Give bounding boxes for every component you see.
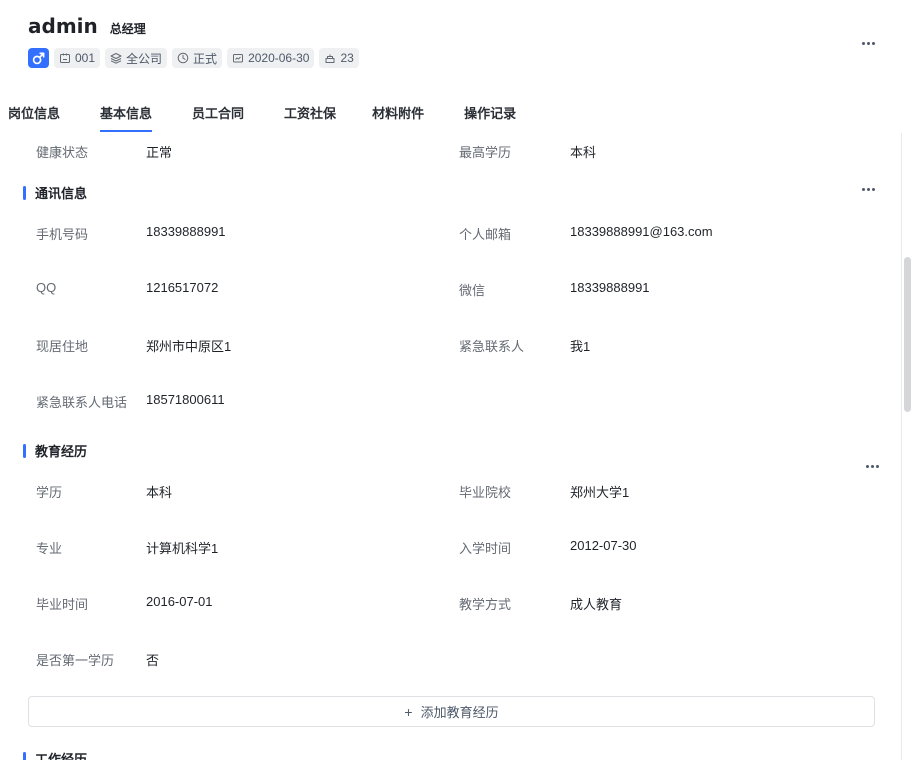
tab-operation-log[interactable]: 操作记录	[464, 96, 516, 132]
cake-icon	[325, 54, 335, 63]
contact-more-button[interactable]	[858, 184, 879, 195]
calendar-icon	[233, 54, 244, 63]
contact-section-title: 通讯信息	[23, 183, 87, 202]
first-degree-label: 是否第一学历	[36, 653, 115, 668]
emergency-contact-value: 我1	[570, 339, 591, 354]
education-label: 最高学历	[459, 145, 512, 160]
hire-date-tag: 2020-06-30	[227, 48, 315, 68]
education-title-text: 教育经历	[35, 444, 88, 459]
emergency-contact-label: 紧急联系人	[459, 339, 525, 354]
status-tag: 正式	[172, 48, 223, 68]
employee-age: 23	[340, 51, 354, 65]
address-value: 郑州市中原区1	[146, 339, 232, 354]
employee-role: 总经理	[109, 22, 146, 36]
employee-name: admin	[28, 14, 98, 38]
work-section-title: 工作经历	[23, 749, 87, 760]
major-value: 计算机科学1	[146, 541, 219, 556]
school-value: 郑州大学1	[570, 485, 630, 500]
age-tag: 23	[319, 48, 359, 68]
employee-id: 001	[75, 51, 96, 65]
email-label: 个人邮箱	[459, 227, 512, 242]
plus-icon: +	[404, 703, 413, 720]
teaching-mode-value: 成人教育	[570, 597, 623, 612]
enroll-date-value: 2012-07-30	[570, 538, 637, 553]
teaching-mode-label: 教学方式	[459, 597, 512, 612]
degree-label: 学历	[36, 485, 63, 500]
employment-status: 正式	[193, 51, 218, 66]
tab-salary[interactable]: 工资社保	[284, 96, 336, 132]
education-value: 本科	[570, 145, 597, 160]
first-degree-value: 否	[146, 653, 160, 668]
emergency-phone-value: 18571800611	[146, 392, 225, 407]
school-label: 毕业院校	[459, 485, 512, 500]
more-icon	[858, 184, 879, 195]
more-icon	[862, 461, 883, 472]
enroll-date-label: 入学时间	[459, 541, 512, 556]
department-tag: 全公司	[105, 48, 168, 68]
employee-tags: 001 全公司 正式 2020-06-30 23	[28, 48, 359, 68]
health-label: 健康状态	[36, 145, 89, 160]
section-accent-bar	[23, 185, 26, 200]
graduate-date-label: 毕业时间	[36, 597, 89, 612]
hire-date: 2020-06-30	[248, 51, 310, 65]
education-section-title: 教育经历	[23, 441, 87, 460]
name-row: admin 总经理	[28, 14, 359, 38]
male-icon	[28, 48, 49, 68]
major-label: 专业	[36, 541, 63, 556]
qq-label: QQ	[36, 280, 57, 295]
add-education-label: 添加教育经历	[420, 705, 499, 720]
health-value: 正常	[146, 145, 173, 160]
emergency-phone-label: 紧急联系人电话	[36, 395, 128, 410]
tab-attachments[interactable]: 材料附件	[372, 96, 424, 132]
clock-icon	[177, 52, 189, 64]
phone-value: 18339888991	[146, 224, 226, 239]
tab-contract[interactable]: 员工合同	[192, 96, 244, 132]
tab-bar: 岗位信息 基本信息 员工合同 工资社保 材料附件 操作记录	[0, 96, 516, 132]
basic-info-panel: 健康状态 正常 最高学历 本科 通讯信息 手机号码 18339888991 个人…	[0, 132, 895, 760]
qq-value: 1216517072	[146, 280, 219, 295]
scrollbar-thumb[interactable]	[904, 257, 911, 412]
scrollbar[interactable]	[904, 133, 911, 760]
tab-position-info[interactable]: 岗位信息	[8, 96, 60, 132]
department-name: 全公司	[126, 51, 163, 66]
section-accent-bar	[23, 443, 26, 458]
wechat-value: 18339888991	[570, 280, 650, 295]
badge-icon	[60, 53, 70, 63]
phone-label: 手机号码	[36, 227, 89, 242]
contact-title-text: 通讯信息	[35, 186, 88, 201]
layers-icon	[110, 53, 122, 64]
employee-id-tag: 001	[54, 48, 101, 68]
section-accent-bar	[23, 751, 26, 760]
work-title-text: 工作经历	[35, 752, 88, 760]
education-more-button[interactable]	[862, 461, 883, 472]
add-education-button[interactable]: + 添加教育经历	[28, 696, 875, 727]
email-value: 18339888991@163.com	[570, 224, 713, 239]
tab-basic-info[interactable]: 基本信息	[100, 96, 153, 132]
scroll-divider	[901, 133, 902, 760]
employee-header: admin 总经理 001 全公司 正式 2020-06-30 23	[28, 14, 359, 68]
header-more-button[interactable]	[858, 38, 879, 49]
address-label: 现居住地	[36, 339, 89, 354]
more-icon	[858, 38, 879, 49]
graduate-date-value: 2016-07-01	[146, 594, 213, 609]
degree-value: 本科	[146, 485, 173, 500]
wechat-label: 微信	[459, 283, 486, 298]
